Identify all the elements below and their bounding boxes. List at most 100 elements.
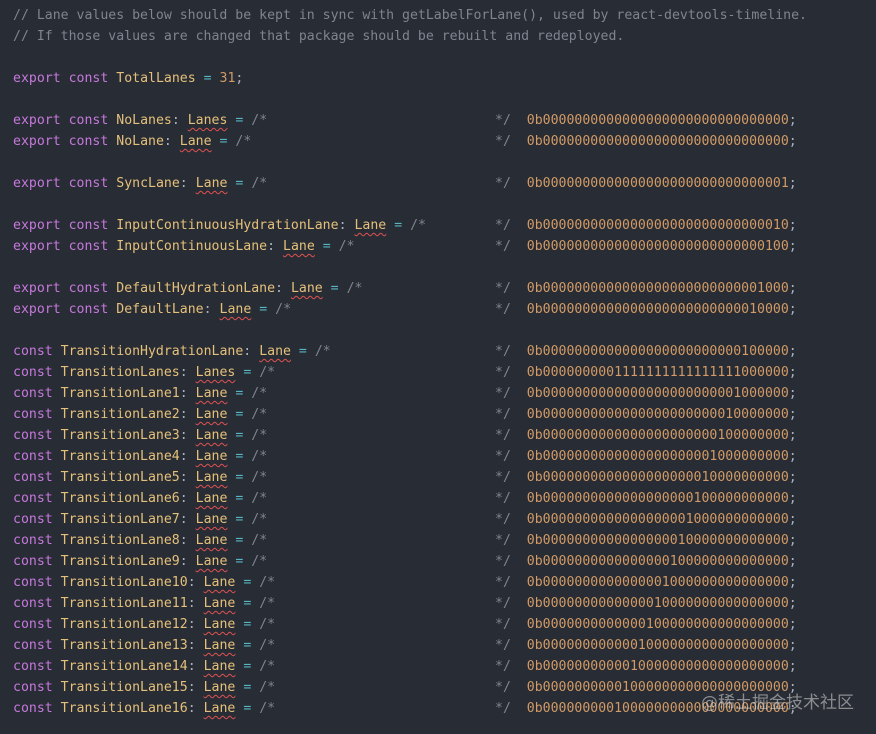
constant-name: TotalLanes <box>116 71 196 86</box>
colon: : <box>187 575 196 590</box>
lane-name: TransitionLane4 <box>60 449 180 464</box>
comment-open: /* <box>251 386 268 401</box>
colon: : <box>171 113 180 128</box>
lane-type: Lane <box>195 428 228 443</box>
lane-type: Lane <box>283 239 315 254</box>
lane-name: InputContinuousHydrationLane <box>116 218 339 233</box>
export-keyword: export <box>13 71 61 86</box>
comment-open: /* <box>259 701 276 716</box>
lane-type: Lane <box>195 176 228 191</box>
comment-close: */ <box>495 512 511 527</box>
equals-operator: = <box>235 512 244 527</box>
lane-type: Lanes <box>195 365 236 380</box>
export-keyword: export <box>13 281 61 296</box>
lane-name: TransitionLane9 <box>60 554 180 569</box>
lane-name: TransitionLane15 <box>60 680 188 695</box>
const-keyword: const <box>13 554 53 569</box>
semicolon: ; <box>788 134 797 149</box>
comment-close: */ <box>495 533 511 548</box>
lane-value: 0b0000000000000100000000000000000 <box>526 617 789 632</box>
equals-operator: = <box>235 491 244 506</box>
colon: : <box>179 386 188 401</box>
lane-type: Lane <box>203 617 236 632</box>
semicolon: ; <box>788 617 797 632</box>
colon: : <box>187 596 196 611</box>
lane-type: Lane <box>195 407 228 422</box>
const-keyword: const <box>13 491 53 506</box>
equals-operator: = <box>243 365 252 380</box>
lane-value: 0b0000000000000000010000000000000 <box>526 533 789 548</box>
comment-close: */ <box>495 617 511 632</box>
const-keyword: const <box>13 575 53 590</box>
const-keyword: const <box>13 512 53 527</box>
comment-open: /* <box>251 533 268 548</box>
comment-close: */ <box>495 659 511 674</box>
semicolon: ; <box>788 113 797 128</box>
comment-open: /* <box>251 113 268 128</box>
const-keyword: const <box>68 281 109 296</box>
lane-name: TransitionLane7 <box>60 512 180 527</box>
comment-close: */ <box>495 302 511 317</box>
semicolon: ; <box>788 407 797 422</box>
equals-operator: = <box>235 449 244 464</box>
comment-open: /* <box>251 176 268 191</box>
lane-type: Lane <box>203 680 236 695</box>
equals-operator: = <box>235 113 244 128</box>
lane-value: 0b0000000000001000000000000000000 <box>526 638 789 653</box>
const-keyword: const <box>13 659 53 674</box>
export-keyword: export <box>13 113 61 128</box>
const-keyword: const <box>68 134 109 149</box>
constant-value: 31 <box>219 71 236 86</box>
colon: : <box>163 134 172 149</box>
lane-type: Lane <box>259 344 291 359</box>
colon: : <box>187 701 196 716</box>
comment-open: /* <box>251 512 268 527</box>
const-keyword: const <box>13 701 53 716</box>
lane-value: 0b0000000000000000000000000000010 <box>526 218 789 233</box>
equals-operator: = <box>322 239 331 254</box>
comment-open: /* <box>259 617 276 632</box>
lane-type: Lane <box>354 218 387 233</box>
colon: : <box>187 680 196 695</box>
colon: : <box>267 239 276 254</box>
lane-value: 0b0000000000000000000100000000000 <box>526 491 789 506</box>
colon: : <box>243 344 252 359</box>
comment-open: /* <box>251 407 268 422</box>
equals-operator: = <box>243 680 252 695</box>
equals-operator: = <box>219 134 228 149</box>
comment-open: /* <box>259 575 276 590</box>
equals-operator: = <box>243 575 252 590</box>
colon: : <box>179 512 188 527</box>
semicolon: ; <box>788 470 797 485</box>
comment-open: /* <box>346 281 363 296</box>
colon: : <box>179 176 188 191</box>
equals-operator: = <box>243 596 252 611</box>
colon: : <box>338 218 347 233</box>
lane-type: Lane <box>203 659 236 674</box>
semicolon: ; <box>788 449 797 464</box>
lane-value: 0b0000000000000000000000000000100 <box>526 239 789 254</box>
colon: : <box>179 470 188 485</box>
comment-open: /* <box>314 344 331 359</box>
comment-close: */ <box>495 470 511 485</box>
lane-type: Lane <box>179 134 212 149</box>
colon: : <box>179 533 188 548</box>
comment-open: /* <box>410 218 426 233</box>
code-editor[interactable]: // Lane values below should be kept in s… <box>0 0 876 734</box>
lane-name: InputContinuousLane <box>116 239 268 254</box>
comment-close: */ <box>495 428 511 443</box>
comment-close: */ <box>495 344 511 359</box>
lane-value: 0b0000000000000000000000001000000 <box>526 386 789 401</box>
lane-type: Lane <box>219 302 252 317</box>
colon: : <box>179 491 188 506</box>
comment-close: */ <box>495 113 511 128</box>
semicolon: ; <box>235 71 244 86</box>
comment-close: */ <box>495 596 511 611</box>
semicolon: ; <box>788 533 797 548</box>
lane-type: Lane <box>195 554 228 569</box>
semicolon: ; <box>788 596 797 611</box>
const-keyword: const <box>13 638 53 653</box>
const-keyword: const <box>68 302 109 317</box>
colon: : <box>187 659 196 674</box>
export-keyword: export <box>13 134 61 149</box>
